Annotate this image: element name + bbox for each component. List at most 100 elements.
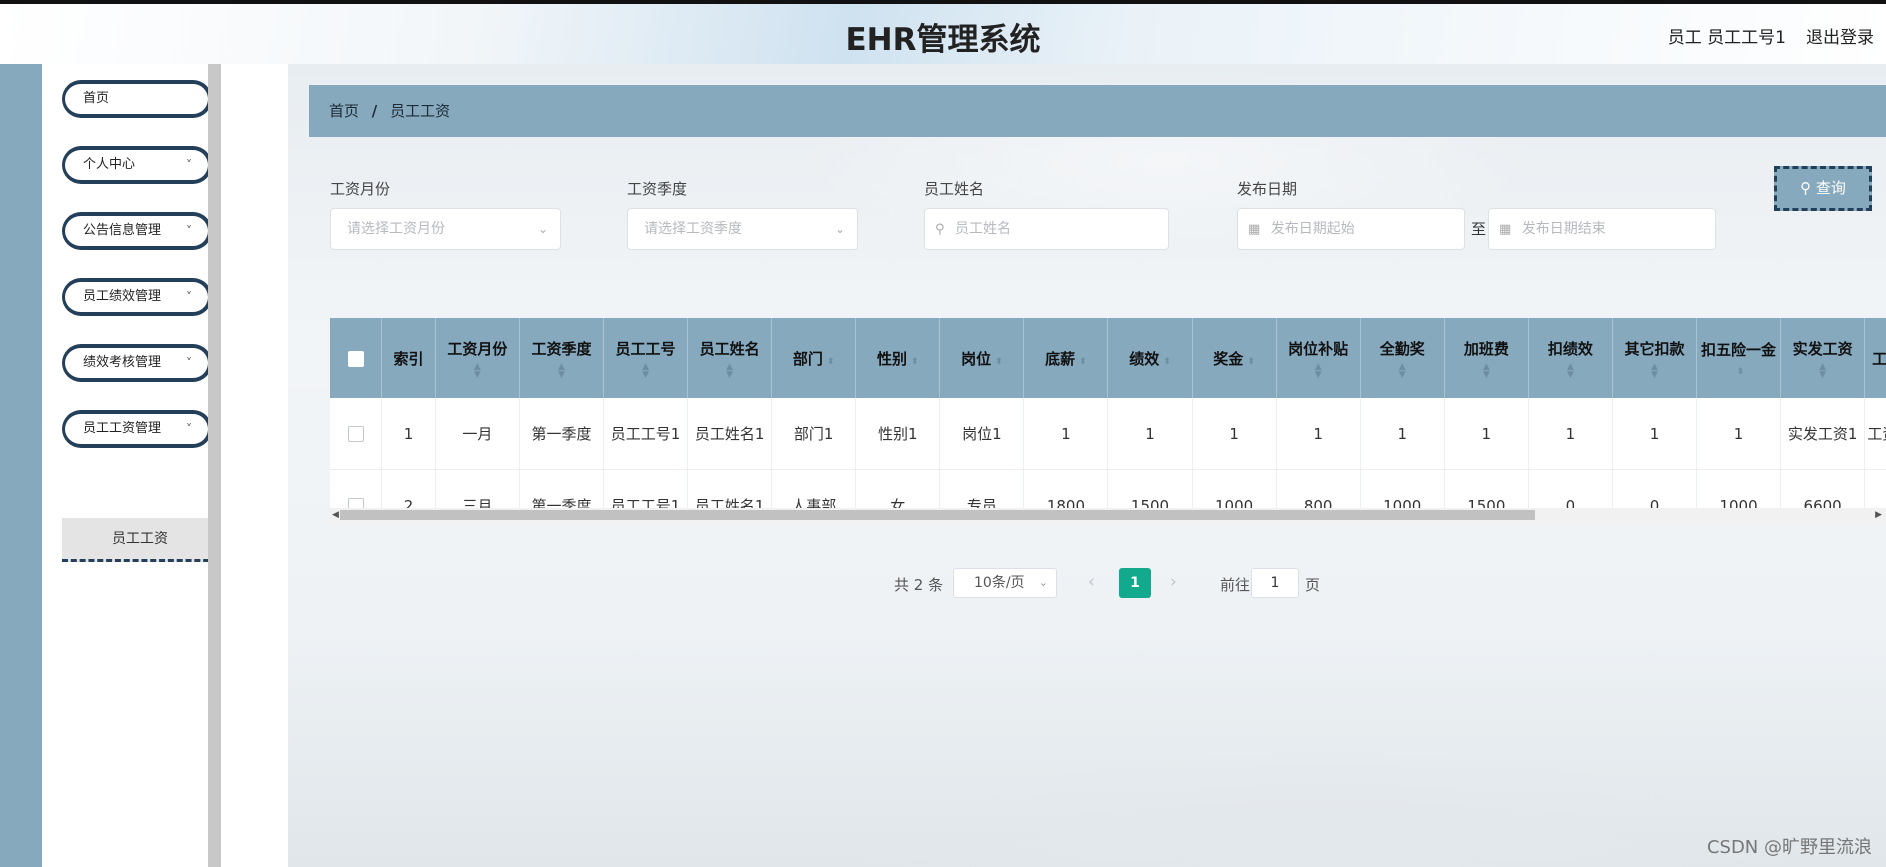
publish-date-end-input[interactable]: ▦ 发布日期结束	[1488, 208, 1716, 250]
sidebar-item-home[interactable]: 首页	[62, 80, 212, 118]
select-all-checkbox[interactable]	[347, 350, 364, 367]
column-header[interactable]: 工资季度 ▲ ▼	[519, 318, 605, 398]
employee-name-input[interactable]: ⚲ 员工姓名	[924, 208, 1169, 250]
sidebar-item-performance-management[interactable]: 员工绩效管理 ˅	[62, 278, 212, 316]
sort-icon[interactable]: ⬍	[1247, 357, 1255, 367]
column-header[interactable]: 奖金 ⬍	[1192, 318, 1277, 398]
next-page-icon[interactable]: ›	[1170, 572, 1177, 592]
breadcrumb-home[interactable]: 首页	[329, 102, 359, 120]
prev-page-icon[interactable]: ‹	[1088, 572, 1095, 592]
salary-month-select[interactable]: 请选择工资月份 ⌄	[330, 208, 561, 250]
table-cell: 专员	[939, 469, 1025, 508]
column-header[interactable]: 加班费 ▲ ▼	[1444, 318, 1529, 398]
app-header: EHR管理系统 员工 员工工号1 退出登录	[0, 4, 1886, 64]
chevron-down-icon: ˅	[186, 158, 192, 172]
sort-icon[interactable]: ▲ ▼	[690, 362, 769, 379]
sort-icon[interactable]: ▲ ▼	[1783, 362, 1862, 379]
table-cell: 0	[1612, 469, 1698, 508]
publish-date-start-input[interactable]: ▦ 发布日期起始	[1237, 208, 1465, 250]
table-cell: 部门1	[771, 398, 857, 470]
sort-icon[interactable]: ⬍	[1079, 357, 1087, 367]
salary-month-label: 工资月份	[330, 180, 391, 198]
table-cell: 1	[1192, 398, 1277, 470]
scroll-right-icon[interactable]: ▶	[1875, 508, 1882, 522]
table-cell: 1500	[1107, 469, 1193, 508]
table-cell: 一月	[435, 398, 520, 470]
row-checkbox-cell[interactable]	[330, 398, 383, 470]
sort-icon[interactable]: ▲ ▼	[438, 362, 517, 379]
table-cell: 员工工号1	[603, 469, 689, 508]
column-header[interactable]: 工资	[1864, 318, 1886, 398]
sort-icon[interactable]: ⬍	[827, 357, 835, 367]
breadcrumb: 首页 / 员工工资	[309, 85, 1886, 137]
table-cell	[1864, 469, 1886, 508]
table-cell: 1	[1023, 398, 1109, 470]
sidebar-item-notice-management[interactable]: 公告信息管理 ˅	[62, 212, 212, 250]
sidebar-item-label: 首页	[83, 91, 110, 106]
column-header[interactable]: 性别 ⬍	[855, 318, 941, 398]
logout-link[interactable]: 退出登录	[1806, 23, 1874, 48]
column-header: 索引	[381, 318, 436, 398]
table-horizontal-scrollbar[interactable]: ◀ ▶	[330, 508, 1886, 522]
sort-icon[interactable]: ⬍	[995, 357, 1003, 367]
chevron-down-icon: ˅	[186, 290, 192, 304]
column-header[interactable]: 扣五险一金⬍	[1696, 318, 1782, 398]
table-cell: 工资1	[1864, 398, 1886, 470]
salary-table-grid: 索引 工资月份 ▲ ▼ 工资季度 ▲ ▼ 员工工号 ▲ ▼ 员工姓名 ▲ ▼ 部门 ⬍ 性别 ⬍ 岗…	[330, 318, 1886, 508]
sort-icon[interactable]: ▲ ▼	[1363, 362, 1442, 379]
sidebar-item-label: 公告信息管理	[83, 223, 162, 238]
sort-icon[interactable]: ▲ ▼	[1531, 362, 1610, 379]
scroll-left-icon[interactable]: ◀	[332, 508, 339, 522]
sort-icon[interactable]: ▲ ▼	[606, 362, 685, 379]
salary-season-select[interactable]: 请选择工资季度 ⌄	[627, 208, 858, 250]
submenu-item-employee-salary[interactable]: 员工工资	[62, 518, 218, 562]
column-header[interactable]: 员工工号 ▲ ▼	[603, 318, 689, 398]
column-header[interactable]: 绩效 ⬍	[1107, 318, 1193, 398]
sort-icon[interactable]: ▲ ▼	[1615, 362, 1694, 379]
sidebar-item-assessment-management[interactable]: 绩效考核管理 ˅	[62, 344, 212, 382]
column-header[interactable]: 底薪 ⬍	[1023, 318, 1109, 398]
table-cell: 员工姓名1	[687, 469, 773, 508]
table-row[interactable]: 2 三月 第一季度 员工工号1 员工姓名1 人事部 女 专员 1800 1500…	[330, 469, 1886, 508]
row-checkbox-cell[interactable]	[330, 469, 383, 508]
publish-date-end-placeholder: 发布日期结束	[1521, 221, 1606, 237]
select-all-checkbox-cell[interactable]	[330, 318, 383, 398]
sidebar-item-personal-center[interactable]: 个人中心 ˅	[62, 146, 212, 184]
pagination-total: 共 2 条	[894, 576, 944, 594]
column-header[interactable]: 岗位 ⬍	[939, 318, 1025, 398]
column-header[interactable]: 实发工资 ▲ ▼	[1780, 318, 1866, 398]
goto-page-input[interactable]: 1	[1251, 568, 1299, 598]
column-header[interactable]: 扣绩效 ▲ ▼	[1528, 318, 1613, 398]
chevron-down-icon: ⌄	[834, 222, 845, 236]
column-header[interactable]: 岗位补贴 ▲ ▼	[1276, 318, 1361, 398]
column-header[interactable]: 部门 ⬍	[771, 318, 857, 398]
row-checkbox[interactable]	[347, 498, 364, 508]
sidebar-item-label: 员工绩效管理	[83, 289, 162, 304]
salary-month-placeholder: 请选择工资月份	[347, 221, 445, 237]
table-cell: 0	[1528, 469, 1613, 508]
sidebar-item-label: 绩效考核管理	[83, 355, 162, 370]
column-header[interactable]: 全勤奖 ▲ ▼	[1360, 318, 1445, 398]
table-cell: 三月	[435, 469, 520, 508]
query-button[interactable]: ⚲ 查询	[1774, 166, 1872, 211]
table-row[interactable]: 1 一月 第一季度 员工工号1 员工姓名1 部门1 性别1 岗位1 1 1 1 …	[330, 398, 1886, 470]
page-size-select[interactable]: 10条/页 ⌄	[953, 568, 1057, 598]
column-header[interactable]: 工资月份 ▲ ▼	[435, 318, 520, 398]
sort-icon[interactable]: ⬍	[1163, 357, 1171, 367]
page-number-current[interactable]: 1	[1119, 568, 1151, 598]
table-cell: 1800	[1023, 469, 1109, 508]
sort-icon[interactable]: ⬍	[1737, 367, 1745, 377]
table-header-row: 索引 工资月份 ▲ ▼ 工资季度 ▲ ▼ 员工工号 ▲ ▼ 员工姓名 ▲ ▼ 部门 ⬍ 性别 ⬍ 岗…	[330, 318, 1886, 398]
column-header[interactable]: 员工姓名 ▲ ▼	[687, 318, 773, 398]
sort-icon[interactable]: ▲ ▼	[522, 362, 601, 379]
sidebar-item-label: 个人中心	[83, 157, 136, 172]
sort-icon[interactable]: ▲ ▼	[1447, 362, 1526, 379]
row-checkbox[interactable]	[347, 426, 364, 442]
publish-date-start-placeholder: 发布日期起始	[1270, 221, 1355, 237]
sort-icon[interactable]: ⬍	[911, 357, 919, 367]
scrollbar-thumb[interactable]	[340, 510, 1535, 520]
sort-icon[interactable]: ▲ ▼	[1279, 362, 1358, 379]
table-cell: 女	[855, 469, 941, 508]
column-header[interactable]: 其它扣款 ▲ ▼	[1612, 318, 1698, 398]
sidebar-item-salary-management[interactable]: 员工工资管理 ˅	[62, 410, 212, 448]
